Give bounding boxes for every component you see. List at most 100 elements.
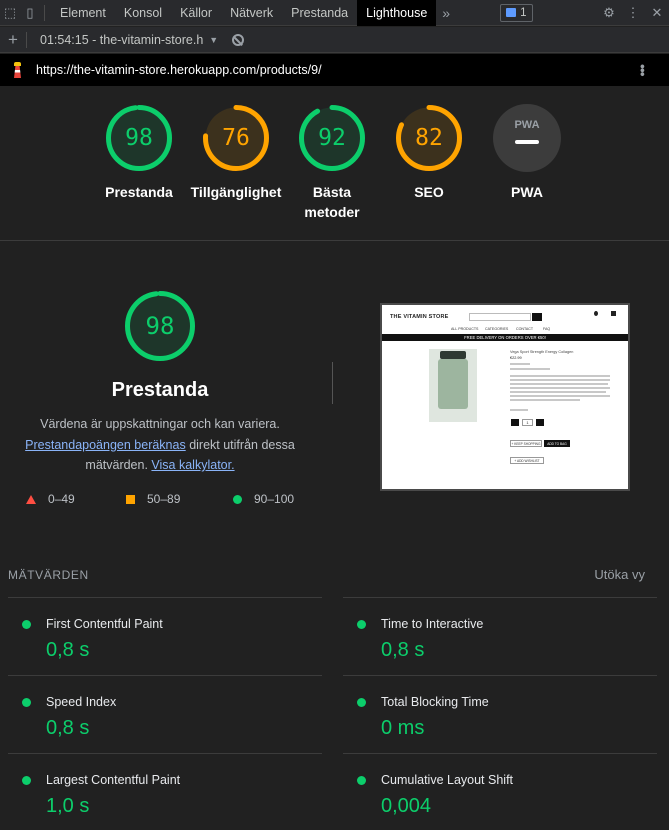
device-toggle-icon[interactable]: ▯ [20, 0, 40, 26]
clear-reports-icon[interactable] [232, 33, 245, 46]
category-gauges: 98 Prestanda 76 Tillgänglighet 92 Bästa … [0, 86, 669, 241]
legend-average: 50–89 [126, 492, 180, 506]
view-calculator-link[interactable]: Visa kalkylator. [151, 458, 234, 472]
metric-tti: Time to Interactive 0,8 s [343, 597, 657, 675]
thumb-search-input [469, 313, 531, 321]
new-report-button[interactable]: + [0, 30, 26, 50]
thumb-text-line [510, 399, 580, 401]
thumb-text-line [510, 363, 530, 365]
gauge-tillganglighet[interactable]: 76 Tillgänglighet [181, 104, 291, 202]
pass-circle-icon [357, 776, 366, 785]
issues-count: 1 [520, 6, 527, 19]
thumb-nav-item: ALL PRODUCTS [451, 327, 479, 331]
chevron-down-icon[interactable]: ▼ [209, 35, 218, 45]
tab-lighthouse[interactable]: Lighthouse [357, 0, 437, 26]
pwa-badge-icon: PWA [493, 104, 561, 172]
gear-icon[interactable]: ⚙ [597, 0, 621, 26]
metric-lcp: Largest Contentful Paint 1,0 s [8, 753, 322, 830]
tab-prestanda[interactable]: Prestanda [282, 0, 357, 26]
thumb-text-line [510, 379, 610, 381]
metric-value: 0 ms [381, 717, 425, 739]
thumb-search-button [532, 313, 542, 321]
thumb-bag-icon [611, 311, 616, 316]
metrics-heading: MÄTVÄRDEN [8, 568, 89, 582]
legend-range: 90–100 [254, 492, 295, 506]
page-screenshot[interactable]: THE VITAMIN STORE ALL PRODUCTS CATEGORIE… [380, 303, 630, 491]
thumb-nav: ALL PRODUCTS CATEGORIES CONTACT FAQ [382, 326, 628, 334]
metric-name: Largest Contentful Paint [46, 773, 181, 787]
average-square-icon [126, 494, 135, 504]
metric-name: First Contentful Paint [46, 617, 163, 631]
thumb-text-line [510, 368, 550, 370]
thumb-text-line [510, 409, 528, 411]
gauge-basta-metoder[interactable]: 92 Bästa metoder [277, 104, 387, 222]
issue-flag-icon [506, 8, 517, 17]
gauge-prestanda[interactable]: 98 Prestanda [84, 104, 194, 202]
tab-natverk[interactable]: Nätverk [221, 0, 282, 26]
thumb-nav-item: FAQ [543, 327, 551, 331]
metric-name: Cumulative Layout Shift [381, 773, 514, 787]
issues-badge[interactable]: 1 [500, 3, 533, 22]
metric-value: 0,8 s [46, 717, 90, 739]
performance-description: Värdena är uppskattningar och kan varier… [14, 414, 306, 476]
gauge-score: 76 [222, 125, 250, 151]
report-url-bar: https://the-vitamin-store.herokuapp.com/… [0, 54, 669, 86]
legend-fail: 0–49 [26, 492, 75, 506]
toolbar-divider [44, 4, 45, 21]
metric-fcp: First Contentful Paint 0,8 s [8, 597, 322, 675]
pass-circle-icon [22, 776, 31, 785]
gauge-score: 82 [415, 125, 443, 151]
report-toolbar: + 01:54:15 - the-vitamin-store.h ▼ [0, 27, 669, 53]
metric-value: 0,004 [381, 795, 432, 817]
report-menu-icon[interactable]: ••• [635, 64, 651, 76]
section-divider [332, 362, 333, 404]
gauge-seo[interactable]: 82 SEO [374, 104, 484, 202]
thumb-nav-item: CATEGORIES [485, 327, 509, 331]
thumb-price: €22.99 [510, 356, 522, 360]
thumb-keep-shopping: + KEEP SHOPPING [510, 440, 542, 447]
gauge-score: 92 [318, 125, 346, 151]
inspect-element-icon[interactable]: ⬚ [0, 0, 20, 26]
performance-score: 98 [145, 312, 175, 340]
thumb-product-title: Vega Sport Strength Energy Collagen [510, 350, 574, 354]
legend-pass: 90–100 [233, 492, 294, 506]
thumb-product-image [429, 349, 477, 422]
description-text: Värdena är uppskattningar och kan varier… [40, 417, 280, 431]
performance-gauge: 98 [124, 290, 196, 362]
pass-circle-icon [357, 698, 366, 707]
thumb-qty-input: 1 [522, 419, 533, 426]
gauge-pwa[interactable]: PWA PWA [472, 104, 582, 202]
close-icon[interactable]: ✕ [645, 0, 669, 26]
thumb-banner: FREE DELIVERY ON ORDERS OVER €50! [382, 334, 628, 341]
thumb-qty-plus [536, 419, 544, 426]
tab-konsol[interactable]: Konsol [115, 0, 171, 26]
thumb-text-line [510, 375, 610, 377]
gauge-label: Tillgänglighet [190, 184, 282, 200]
metric-speed-index: Speed Index 0,8 s [8, 675, 322, 753]
expand-view-toggle[interactable]: Utöka vy [594, 567, 645, 582]
gauge-label: Bästa metoder [304, 184, 360, 220]
tab-element[interactable]: Element [51, 0, 115, 26]
thumb-qty-minus [511, 419, 519, 426]
report-url[interactable]: https://the-vitamin-store.herokuapp.com/… [36, 63, 322, 77]
fail-triangle-icon [26, 494, 36, 504]
metric-value: 1,0 s [46, 795, 90, 817]
tab-kallor[interactable]: Källor [171, 0, 221, 26]
thumb-text-line [510, 387, 610, 389]
gauge-label: Prestanda [105, 184, 173, 200]
kebab-menu-icon[interactable]: ⋮ [621, 0, 645, 26]
pwa-dash [515, 140, 539, 144]
toolbar-divider [26, 31, 27, 48]
more-tabs-icon[interactable]: » [436, 5, 456, 21]
gauge-label: SEO [414, 184, 444, 200]
metric-name: Total Blocking Time [381, 695, 489, 709]
metric-value: 0,8 s [381, 639, 425, 661]
performance-title: Prestanda [111, 379, 209, 401]
metric-value: 0,8 s [46, 639, 90, 661]
score-calc-link[interactable]: Prestandapoängen beräknas [25, 438, 186, 452]
thumb-nav-item: CONTACT [516, 327, 534, 331]
gauge-label: PWA [511, 184, 543, 200]
legend-range: 50–89 [147, 492, 181, 506]
report-selector[interactable]: 01:54:15 - the-vitamin-store.h [40, 33, 203, 47]
devtools-tabbar: ⬚ ▯ Element Konsol Källor Nätverk Presta… [0, 0, 669, 26]
